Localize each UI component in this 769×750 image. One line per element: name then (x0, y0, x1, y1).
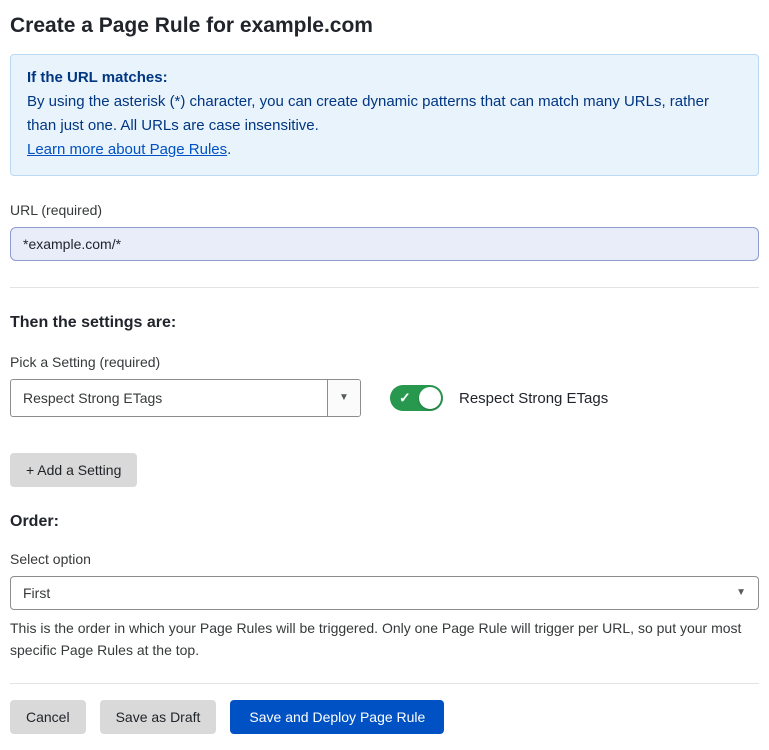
url-matches-info-box: If the URL matches: By using the asteris… (10, 54, 759, 176)
order-section: Order: Select option First ▼ This is the… (10, 513, 759, 661)
url-input[interactable] (10, 227, 759, 261)
setting-row: Respect Strong ETags ▼ ✓ Respect Strong … (10, 379, 759, 417)
etags-toggle-label: Respect Strong ETags (459, 390, 608, 407)
learn-more-link[interactable]: Learn more about Page Rules (27, 141, 227, 158)
save-draft-button[interactable]: Save as Draft (100, 700, 217, 734)
add-setting-button[interactable]: + Add a Setting (10, 453, 137, 487)
info-box-body: By using the asterisk (*) character, you… (27, 90, 742, 138)
cancel-button[interactable]: Cancel (10, 700, 86, 734)
info-box-link-line: Learn more about Page Rules. (27, 138, 742, 162)
order-select-label: Select option (10, 551, 759, 567)
url-field-label: URL (required) (10, 202, 759, 218)
etags-toggle-group: ✓ Respect Strong ETags (390, 385, 608, 411)
settings-section-heading: Then the settings are: (10, 314, 759, 332)
setting-select-arrow[interactable]: ▼ (327, 380, 360, 416)
link-suffix: . (227, 141, 231, 158)
order-help-text: This is the order in which your Page Rul… (10, 618, 759, 661)
order-section-heading: Order: (10, 513, 759, 531)
pick-setting-label: Pick a Setting (required) (10, 354, 759, 370)
chevron-down-icon: ▼ (736, 588, 746, 598)
add-setting-wrap: + Add a Setting (10, 453, 759, 487)
check-icon: ✓ (399, 390, 411, 404)
setting-select-value: Respect Strong ETags (11, 380, 327, 416)
toggle-knob (419, 387, 441, 409)
chevron-down-icon: ▼ (339, 393, 349, 403)
order-select[interactable]: First ▼ (10, 576, 759, 610)
save-deploy-button[interactable]: Save and Deploy Page Rule (230, 700, 444, 734)
etags-toggle[interactable]: ✓ (390, 385, 443, 411)
settings-section: Then the settings are: Pick a Setting (r… (10, 314, 759, 487)
section-divider (10, 287, 759, 288)
order-select-value: First (23, 585, 50, 601)
footer-actions: Cancel Save as Draft Save and Deploy Pag… (10, 684, 759, 750)
info-box-heading: If the URL matches: (27, 66, 742, 90)
setting-select[interactable]: Respect Strong ETags ▼ (10, 379, 361, 417)
page-title: Create a Page Rule for example.com (10, 14, 759, 38)
